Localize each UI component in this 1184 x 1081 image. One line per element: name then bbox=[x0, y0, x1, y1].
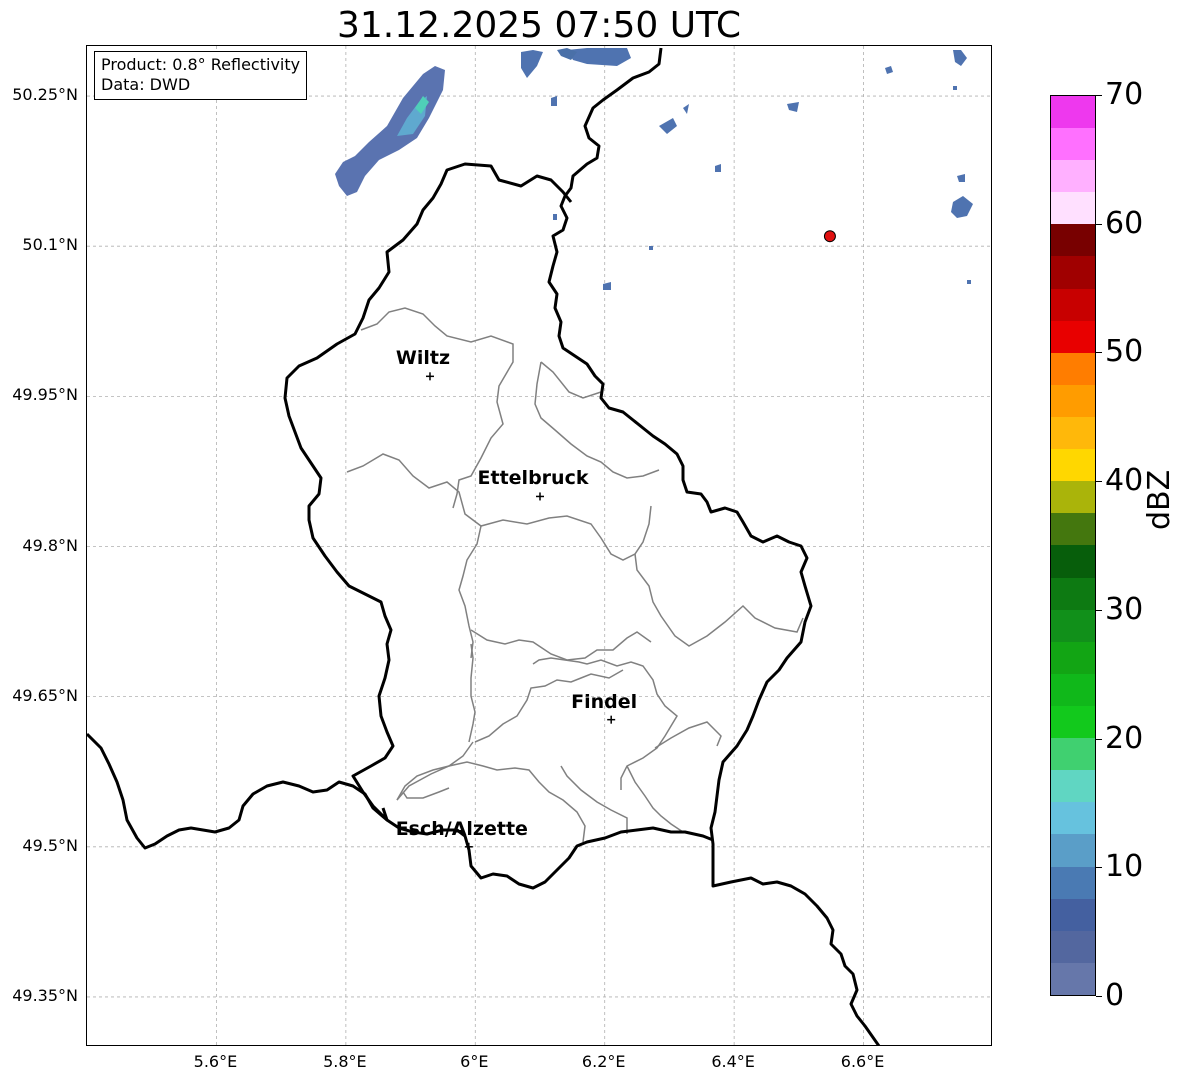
colorbar-segment bbox=[1051, 930, 1095, 963]
lat-tick-label: 50.1°N bbox=[22, 235, 78, 255]
radar-map[interactable] bbox=[86, 45, 992, 1046]
colorbar-segment bbox=[1051, 802, 1095, 835]
city-marker[interactable] bbox=[607, 715, 616, 724]
lat-tick-label: 49.8°N bbox=[22, 535, 78, 555]
colorbar-segment bbox=[1051, 834, 1095, 867]
colorbar-segment bbox=[1051, 224, 1095, 257]
colorbar-tick-label: 30 bbox=[1105, 591, 1144, 627]
city-label: Findel bbox=[571, 690, 638, 713]
colorbar-segment bbox=[1051, 320, 1095, 353]
colorbar-tick-label: 50 bbox=[1105, 334, 1144, 370]
colorbar-segment bbox=[1051, 417, 1095, 450]
colorbar-segment bbox=[1051, 770, 1095, 803]
canton-borders bbox=[346, 307, 804, 843]
city-marker[interactable] bbox=[536, 492, 544, 501]
colorbar-segment bbox=[1051, 673, 1095, 707]
colorbar-segment bbox=[1051, 449, 1095, 482]
colorbar-tick-label: 0 bbox=[1105, 978, 1125, 1013]
map-canvas bbox=[87, 46, 991, 1045]
city-label: Wiltz bbox=[395, 347, 451, 370]
precipitation-echoes bbox=[335, 48, 973, 290]
colorbar-tick bbox=[1096, 996, 1102, 997]
lon-tick-label: 6.2°E bbox=[581, 1052, 626, 1071]
colorbar-segment bbox=[1051, 738, 1095, 771]
colorbar-tick bbox=[1096, 867, 1102, 869]
colorbar-segment bbox=[1051, 577, 1095, 610]
city-label: Ettelbruck bbox=[477, 467, 589, 490]
colorbar-segment bbox=[1051, 962, 1095, 995]
product-label: Product: 0.8° Reflectivity bbox=[101, 55, 301, 74]
colorbar-tick-label: 20 bbox=[1105, 720, 1144, 756]
city-marker[interactable] bbox=[425, 372, 434, 381]
colorbar-segment bbox=[1051, 866, 1095, 899]
colorbar-tick-label: 10 bbox=[1105, 849, 1144, 885]
colorbar-tick-label: 40 bbox=[1105, 463, 1144, 499]
colorbar-segment bbox=[1051, 545, 1095, 578]
lon-tick-label: 6°E bbox=[460, 1052, 489, 1071]
city-label: Esch/Alzette bbox=[395, 817, 528, 840]
country-border bbox=[87, 47, 881, 1045]
lat-tick-label: 49.65°N bbox=[12, 685, 78, 705]
colorbar-tick-label: 70 bbox=[1105, 77, 1144, 112]
data-source-label: Data: DWD bbox=[101, 75, 191, 94]
colorbar-segment bbox=[1051, 256, 1095, 289]
colorbar-tick bbox=[1096, 609, 1102, 611]
product-info-box: Product: 0.8° Reflectivity Data: DWD bbox=[94, 51, 308, 100]
radar-site-marker[interactable] bbox=[823, 230, 836, 243]
lat-tick-label: 49.35°N bbox=[12, 985, 78, 1005]
colorbar-tick bbox=[1096, 223, 1102, 225]
colorbar-segment bbox=[1051, 898, 1095, 931]
lon-tick-label: 5.8°E bbox=[323, 1052, 367, 1071]
colorbar-tick bbox=[1096, 95, 1102, 96]
dbz-colorbar bbox=[1050, 95, 1096, 996]
map-title: 31.12.2025 07:50 UTC bbox=[336, 5, 742, 46]
city-markers bbox=[425, 372, 616, 851]
colorbar-segment bbox=[1051, 160, 1095, 193]
colorbar-unit-label: dBZ bbox=[1142, 469, 1177, 530]
lat-tick-label: 49.5°N bbox=[22, 835, 78, 855]
colorbar-tick-label: 60 bbox=[1105, 205, 1144, 241]
lat-tick-label: 49.95°N bbox=[12, 385, 78, 405]
colorbar-segment bbox=[1051, 128, 1095, 161]
colorbar-tick bbox=[1096, 738, 1102, 740]
colorbar-segment bbox=[1051, 384, 1095, 418]
colorbar-tick bbox=[1096, 481, 1102, 483]
colorbar-segment bbox=[1051, 641, 1095, 674]
colorbar-segment bbox=[1051, 192, 1095, 225]
colorbar-segment bbox=[1051, 288, 1095, 321]
gridlines bbox=[87, 46, 991, 1045]
colorbar-segment bbox=[1051, 609, 1095, 642]
lon-tick-label: 5.6°E bbox=[193, 1052, 238, 1071]
colorbar-segment bbox=[1051, 513, 1095, 546]
colorbar-segment bbox=[1051, 352, 1095, 385]
lon-tick-label: 6.4°E bbox=[711, 1052, 755, 1071]
lon-tick-label: 6.6°E bbox=[840, 1052, 885, 1071]
colorbar-segment bbox=[1051, 95, 1095, 129]
colorbar-segment bbox=[1051, 706, 1095, 739]
colorbar-tick bbox=[1096, 352, 1102, 354]
lat-tick-label: 50.25°N bbox=[12, 85, 78, 105]
colorbar-segment bbox=[1051, 481, 1095, 514]
